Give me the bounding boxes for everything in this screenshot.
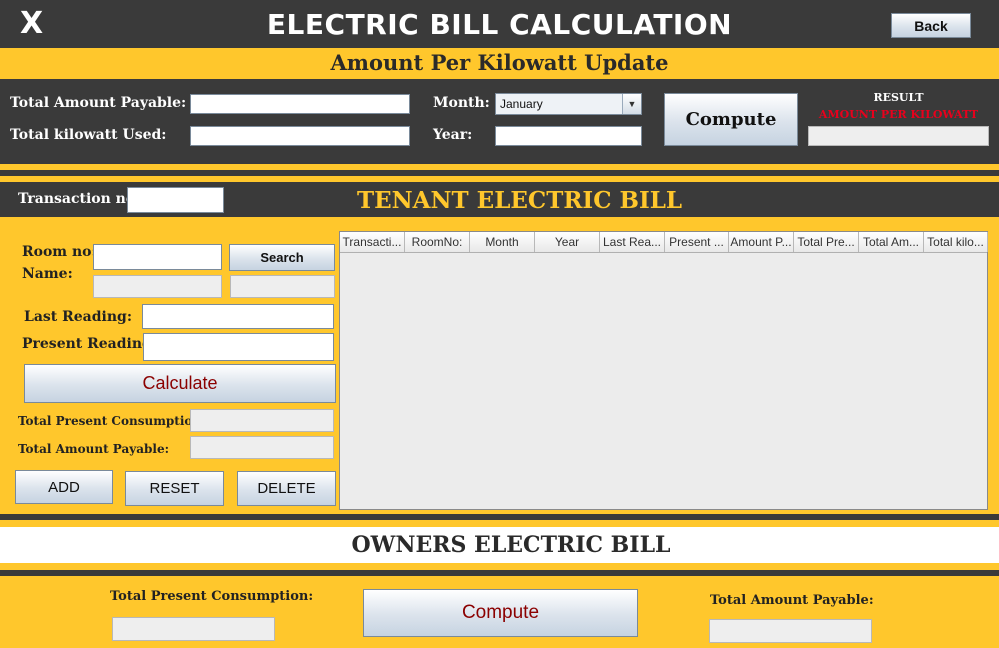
- divider: [0, 170, 999, 176]
- name-extra-field: [230, 275, 335, 298]
- search-button[interactable]: Search: [229, 244, 335, 271]
- divider: [0, 570, 999, 576]
- total-kilowatt-input[interactable]: [190, 126, 410, 146]
- tenant-heading: TENANT ELECTRIC BILL: [357, 187, 683, 214]
- transaction-input[interactable]: [127, 187, 224, 213]
- total-present-consumption-label: Total Present Consumption:: [18, 414, 206, 428]
- total-amount-label: Total Amount Payable:: [10, 95, 187, 111]
- owners-total-present-field: [112, 617, 275, 641]
- last-reading-label: Last Reading:: [24, 309, 132, 325]
- room-no-input[interactable]: [93, 244, 222, 270]
- table-column-header[interactable]: RoomNo:: [405, 232, 470, 252]
- delete-button[interactable]: DELETE: [237, 471, 336, 506]
- page-title: ELECTRIC BILL CALCULATION: [266, 8, 733, 41]
- total-amount-payable-field: [190, 436, 334, 459]
- last-reading-input[interactable]: [142, 304, 334, 329]
- month-select-value: January: [500, 97, 543, 111]
- owners-compute-button[interactable]: Compute: [363, 589, 638, 637]
- table-column-header[interactable]: Total Pre...: [794, 232, 859, 252]
- total-present-consumption-field: [190, 409, 334, 432]
- tenant-table[interactable]: Transacti... RoomNo: Month Year Last Rea... P…: [339, 231, 988, 510]
- calculate-button[interactable]: Calculate: [24, 364, 336, 403]
- chevron-down-icon[interactable]: ▼: [622, 94, 641, 114]
- result-sublabel: AMOUNT PER KILOWATT: [818, 108, 979, 121]
- table-column-header[interactable]: Present ...: [665, 232, 729, 252]
- month-label: Month:: [433, 95, 490, 111]
- month-select[interactable]: January ▼: [495, 93, 642, 115]
- table-column-header[interactable]: Month: [470, 232, 535, 252]
- table-column-header[interactable]: Last Rea...: [600, 232, 665, 252]
- transaction-label: Transaction no:: [18, 191, 141, 207]
- reset-button[interactable]: RESET: [125, 471, 224, 506]
- table-column-header[interactable]: Total kilo...: [924, 232, 988, 252]
- total-kilowatt-label: Total kilowatt Used:: [10, 127, 167, 143]
- total-amount-payable-label: Total Amount Payable:: [18, 442, 170, 456]
- compute-kilowatt-button[interactable]: Compute: [664, 93, 798, 146]
- back-button[interactable]: Back: [891, 13, 971, 38]
- table-header-row: Transacti... RoomNo: Month Year Last Rea... P…: [340, 232, 988, 253]
- owners-total-payable-field: [709, 619, 872, 643]
- table-column-header[interactable]: Total Am...: [859, 232, 924, 252]
- year-input[interactable]: [495, 126, 642, 146]
- owners-total-present-label: Total Present Consumption:: [110, 589, 314, 604]
- present-reading-input[interactable]: [143, 333, 334, 361]
- result-value-field: [808, 126, 989, 146]
- room-no-label: Room no:: [22, 244, 97, 260]
- present-reading-label: Present Reading:: [22, 336, 157, 352]
- divider: [0, 514, 999, 520]
- name-field: [93, 275, 222, 298]
- add-button[interactable]: ADD: [15, 470, 113, 504]
- owners-total-payable-label: Total Amount Payable:: [710, 593, 874, 608]
- name-label: Name:: [22, 266, 73, 282]
- total-amount-input[interactable]: [190, 94, 410, 114]
- year-label: Year:: [433, 127, 473, 143]
- kilowatt-update-heading: Amount Per Kilowatt Update: [330, 50, 669, 75]
- table-column-header[interactable]: Amount P...: [729, 232, 794, 252]
- table-column-header[interactable]: Year: [535, 232, 600, 252]
- result-label: RESULT: [873, 91, 924, 104]
- table-column-header[interactable]: Transacti...: [340, 232, 405, 252]
- owners-heading: OWNERS ELECTRIC BILL: [351, 532, 671, 558]
